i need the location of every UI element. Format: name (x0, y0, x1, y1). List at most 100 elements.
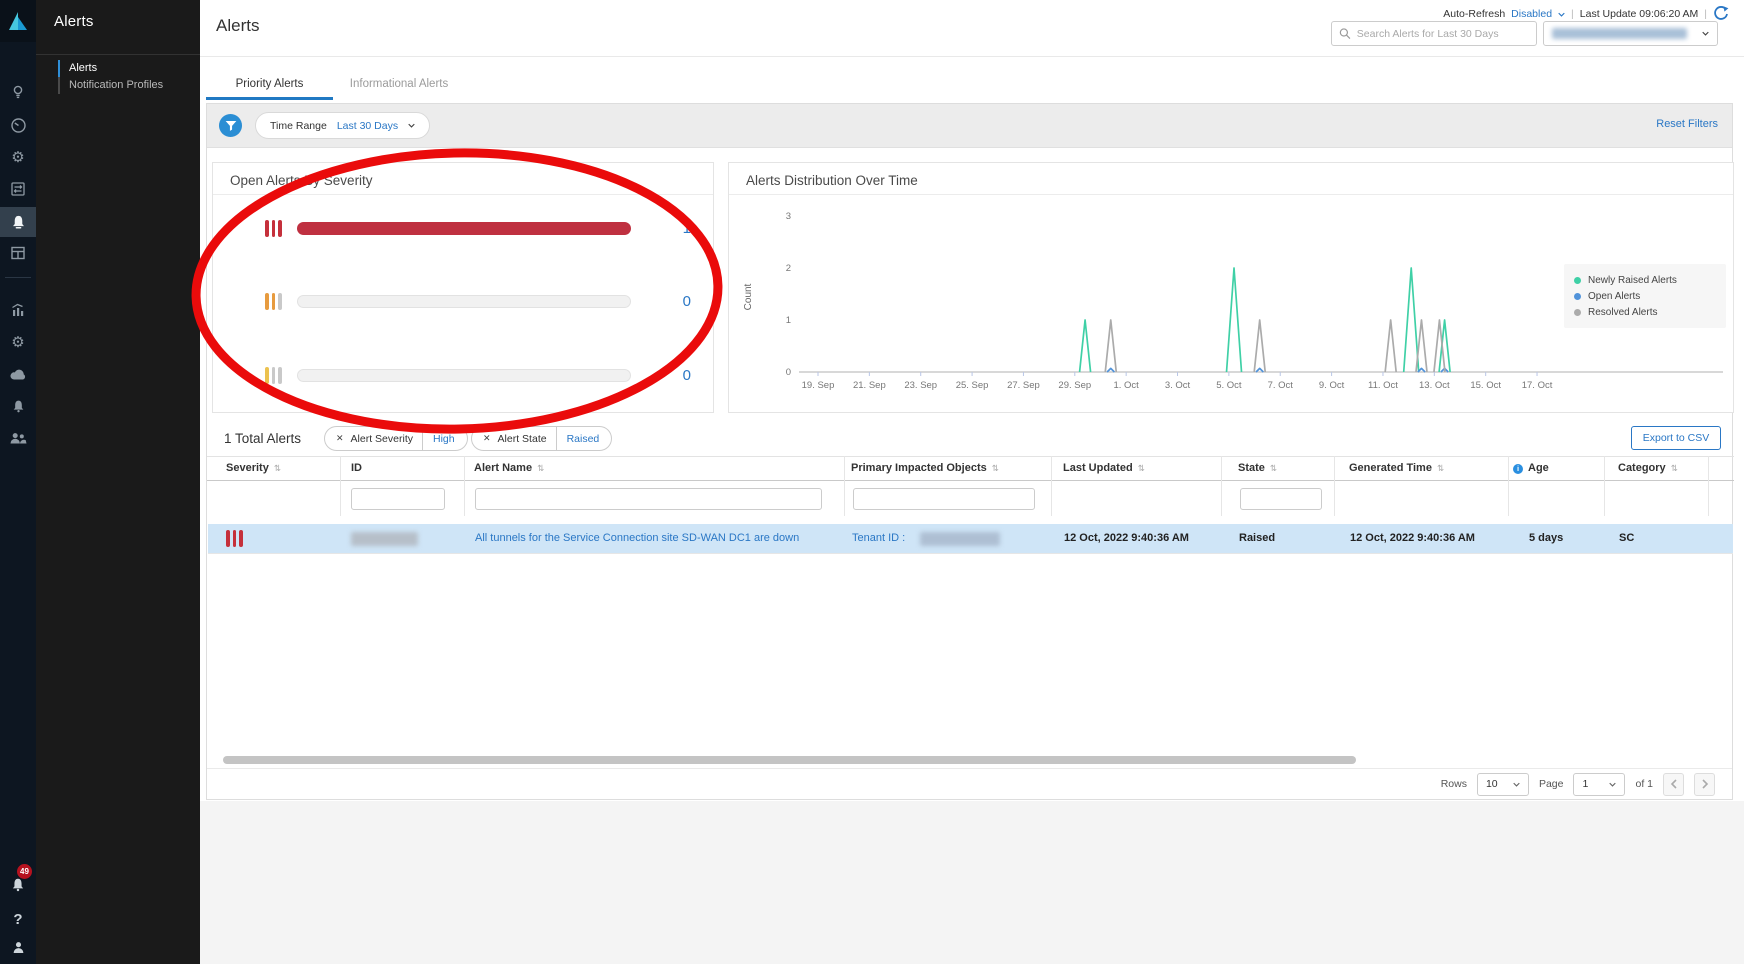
svg-text:3: 3 (786, 211, 791, 222)
sort-icon[interactable]: ⇅ (537, 464, 544, 474)
notifications-bell-icon[interactable]: 49 (0, 870, 36, 900)
scrollbar-thumb[interactable] (223, 756, 1356, 764)
sort-icon[interactable]: ⇅ (1671, 464, 1678, 474)
chevron-down-icon (1513, 781, 1520, 788)
alerts-app: ⚙ ⚙ (0, 0, 1744, 964)
funnel-icon (225, 120, 237, 132)
row-impacted-prefix[interactable]: Tenant ID : (852, 532, 905, 544)
gear-icon[interactable]: ⚙ (0, 142, 36, 172)
sort-icon[interactable]: ⇅ (274, 464, 281, 474)
swap-settings-icon[interactable] (0, 174, 36, 204)
content-panel: Time Range Last 30 Days Reset Filters Op… (206, 103, 1733, 800)
tab-priority-alerts[interactable]: Priority Alerts (206, 78, 333, 98)
total-alerts-count: 1 Total Alerts (224, 431, 301, 446)
export-to-csv-button[interactable]: Export to CSV (1631, 426, 1721, 450)
col-last-updated[interactable]: Last Updated⇅ (1063, 462, 1145, 474)
alert-name-filter-input[interactable] (475, 488, 822, 510)
col-primary-impacted[interactable]: Primary Impacted Objects⇅ (851, 462, 999, 474)
reset-filters-link[interactable]: Reset Filters (1656, 118, 1718, 130)
legend-dot (1574, 293, 1581, 300)
tab-informational-alerts[interactable]: Informational Alerts (344, 78, 454, 98)
dashboard-icon[interactable] (0, 110, 36, 140)
page-background (200, 801, 1744, 964)
filter-chip-alert-severity[interactable]: ✕ Alert Severity High (324, 426, 468, 451)
info-icon[interactable]: i (1513, 464, 1523, 474)
row-severity-high-icon (226, 530, 243, 547)
id-filter-input[interactable] (351, 488, 445, 510)
filter-chip-alert-state[interactable]: ✕ Alert State Raised (471, 426, 612, 451)
svg-text:17. Oct: 17. Oct (1522, 380, 1553, 391)
search-input[interactable] (1357, 28, 1529, 40)
chevron-left-icon (1670, 779, 1678, 789)
user-profile-icon[interactable] (0, 932, 36, 962)
auto-refresh-label: Auto-Refresh (1443, 8, 1505, 20)
time-range-filter[interactable]: Time Range Last 30 Days (255, 112, 430, 139)
sort-icon[interactable]: ⇅ (992, 464, 999, 474)
bell-icon[interactable] (0, 391, 36, 421)
svg-text:2: 2 (786, 263, 791, 274)
legend-item[interactable]: Open Alerts (1574, 288, 1716, 304)
filter-funnel-button[interactable] (219, 114, 242, 137)
svg-text:27. Sep: 27. Sep (1007, 380, 1040, 391)
remove-chip-icon[interactable]: ✕ (472, 434, 498, 444)
severity-row-high[interactable]: 1 (213, 220, 713, 238)
svg-text:9. Oct: 9. Oct (1319, 380, 1345, 391)
alerts-bell-icon[interactable] (0, 207, 36, 237)
col-id[interactable]: ID (351, 462, 362, 474)
col-alert-name[interactable]: Alert Name⇅ (474, 462, 544, 474)
remove-chip-icon[interactable]: ✕ (325, 434, 351, 444)
page-select[interactable]: 1 (1573, 773, 1625, 796)
gear-icon[interactable]: ⚙ (0, 327, 36, 357)
row-alert-name-link[interactable]: All tunnels for the Service Connection s… (475, 532, 799, 544)
severity-row-medium[interactable]: 0 (213, 293, 713, 311)
severity-row-low[interactable]: 0 (213, 367, 713, 385)
severity-card-title: Open Alerts By Severity (230, 173, 373, 188)
col-category[interactable]: Category⇅ (1618, 462, 1678, 474)
legend-dot (1574, 309, 1581, 316)
distribution-card-title: Alerts Distribution Over Time (746, 173, 918, 188)
col-severity[interactable]: Severity⇅ (226, 462, 281, 474)
tenant-selector-dropdown[interactable] (1543, 21, 1718, 46)
next-page-button[interactable] (1694, 773, 1715, 796)
chart-legend: Newly Raised Alerts Open Alerts Resolved… (1564, 264, 1726, 328)
primary-impacted-filter-input[interactable] (853, 488, 1035, 510)
lightbulb-icon[interactable] (0, 77, 36, 107)
state-filter-input[interactable] (1240, 488, 1322, 510)
icon-rail: ⚙ ⚙ (0, 0, 36, 964)
sidebar-title: Alerts (54, 13, 94, 30)
header-divider (200, 56, 1744, 57)
col-age[interactable]: iAge (1513, 462, 1549, 474)
layout-icon[interactable] (0, 238, 36, 268)
legend-item[interactable]: Newly Raised Alerts (1574, 272, 1716, 288)
row-tenant-redacted (920, 532, 1000, 546)
chevron-down-icon (408, 122, 415, 129)
app-logo[interactable] (0, 0, 36, 42)
col-state[interactable]: State⇅ (1238, 462, 1277, 474)
col-generated-time[interactable]: Generated Time⇅ (1349, 462, 1444, 474)
row-age: 5 days (1529, 532, 1563, 544)
alert-table-row[interactable]: All tunnels for the Service Connection s… (208, 524, 1733, 554)
prev-page-button[interactable] (1663, 773, 1684, 796)
rows-per-page-select[interactable]: 10 (1477, 773, 1529, 796)
sidebar-item-notification-profiles[interactable]: Notification Profiles (58, 77, 188, 94)
auto-refresh-bar: Auto-Refresh Disabled | Last Update 09:0… (1443, 6, 1729, 22)
chevron-down-icon[interactable] (1558, 11, 1565, 18)
refresh-icon[interactable] (1713, 6, 1729, 22)
auto-refresh-value[interactable]: Disabled (1511, 8, 1552, 20)
sort-icon[interactable]: ⇅ (1270, 464, 1277, 474)
severity-low-bar (297, 369, 631, 382)
severity-high-count: 1 (661, 220, 691, 237)
help-icon[interactable]: ? (0, 904, 36, 934)
sidebar-item-alerts[interactable]: Alerts (58, 60, 188, 77)
svg-text:3. Oct: 3. Oct (1165, 380, 1191, 391)
analytics-icon[interactable] (0, 295, 36, 325)
users-icon[interactable] (0, 423, 36, 453)
sidebar-divider (36, 54, 200, 55)
severity-high-bar (297, 222, 631, 235)
table-header: Severity⇅ ID Alert Name⇅ Primary Impacte… (207, 456, 1734, 481)
sort-icon[interactable]: ⇅ (1437, 464, 1444, 474)
cloud-icon[interactable] (0, 359, 36, 389)
sort-icon[interactable]: ⇅ (1138, 464, 1145, 474)
legend-item[interactable]: Resolved Alerts (1574, 304, 1716, 320)
severity-high-icon (265, 220, 282, 237)
